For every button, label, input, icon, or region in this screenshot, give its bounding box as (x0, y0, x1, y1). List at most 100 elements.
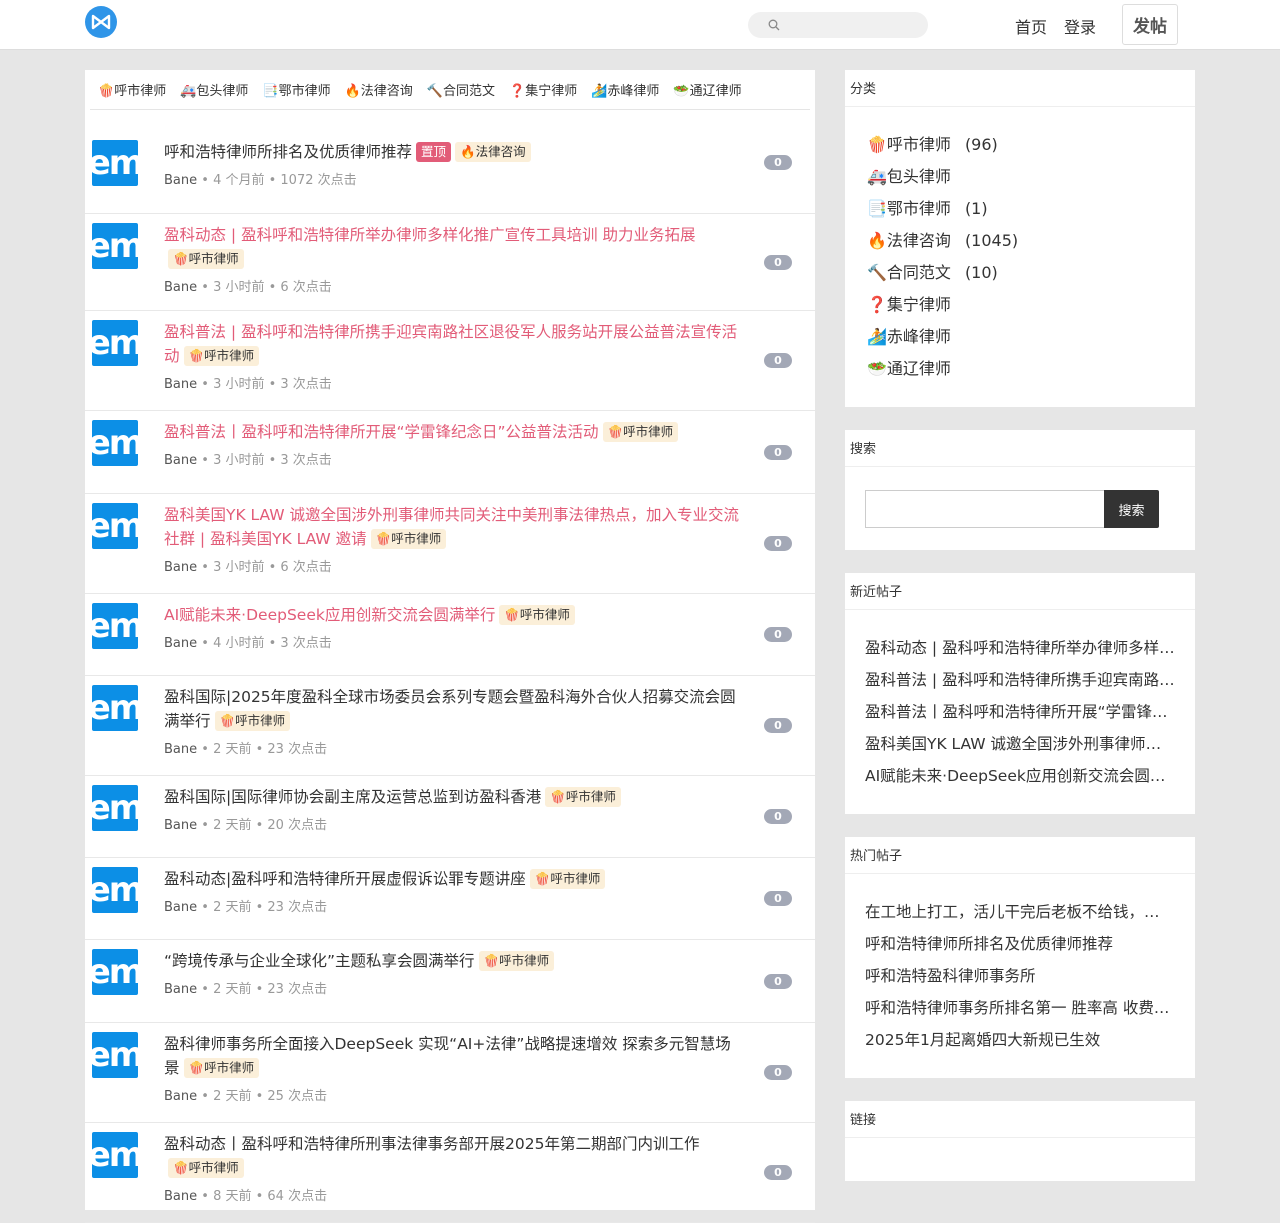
sidebar-category-item[interactable]: 📑鄂市律师 (1) (845, 193, 1195, 225)
category-tab[interactable]: 🍿呼市律师 (98, 80, 166, 99)
post-title-text[interactable]: 盈科动态丨盈科呼和浩特律所刑事法律事务部开展2025年第二期部门内训工作 (164, 1135, 699, 1153)
category-tab[interactable]: 📑鄂市律师 (262, 80, 330, 99)
post-title-link[interactable]: “跨境传承与企业全球化”主题私享会圆满举行 🍿呼市律师 (164, 949, 744, 973)
recent-post-link[interactable]: 盈科普法丨盈科呼和浩特律所开展“学雷锋纪念日”公益普法活动 (845, 696, 1175, 728)
post-row[interactable]: em 呼和浩特律师所排名及优质律师推荐 置顶 🔥法律咨询 Bane • 4 个月前 • … (85, 111, 815, 214)
post-author[interactable]: Bane (164, 818, 197, 833)
reply-count-badge[interactable]: 0 (764, 445, 792, 460)
post-title-text[interactable]: “跨境传承与企业全球化”主题私享会圆满举行 (164, 952, 475, 970)
author-avatar[interactable]: em (92, 685, 138, 731)
author-avatar[interactable]: em (92, 1132, 138, 1178)
post-category-badge[interactable]: 🔥法律咨询 (455, 142, 531, 162)
reply-count-badge[interactable]: 0 (764, 1065, 792, 1080)
post-title-link[interactable]: 盈科美国YK LAW 诚邀全国涉外刑事律师共同关注中美刑事法律热点，加入专业交流… (164, 503, 744, 551)
post-category-badge[interactable]: 🍿呼市律师 (545, 787, 621, 807)
post-author[interactable]: Bane (164, 982, 197, 997)
sidebar-category-item[interactable]: 🚑包头律师 (845, 161, 1195, 193)
header-search-input[interactable] (786, 17, 926, 33)
post-title-link[interactable]: 盈科普法丨盈科呼和浩特律所开展“学雷锋纪念日”公益普法活动 🍿呼市律师 (164, 420, 744, 444)
hot-post-link[interactable]: 2025年1月起离婚四大新规已生效 (845, 1024, 1175, 1056)
post-title-link[interactable]: 盈科国际|2025年度盈科全球市场委员会系列专题会暨盈科海外合伙人招募交流会圆满… (164, 685, 744, 733)
hot-post-link[interactable]: 呼和浩特律师所排名及优质律师推荐 (845, 928, 1175, 960)
post-title-text[interactable]: 呼和浩特律师所排名及优质律师推荐 (164, 143, 412, 161)
recent-post-link[interactable]: 盈科美国YK LAW 诚邀全国涉外刑事律师共同关注中美刑事法律热点 (845, 728, 1175, 760)
recent-post-link[interactable]: 盈科动态 | 盈科呼和浩特律所举办律师多样化推广宣传工具培训 助力业务拓展 (845, 632, 1175, 664)
post-row[interactable]: em 盈科普法丨盈科呼和浩特律所开展“学雷锋纪念日”公益普法活动 🍿呼市律师 Bane… (85, 411, 815, 494)
category-tab[interactable]: 🥗通辽律师 (673, 80, 741, 99)
sidebar-category-item[interactable]: ❓集宁律师 (845, 289, 1195, 321)
post-title-link[interactable]: 呼和浩特律师所排名及优质律师推荐 置顶 🔥法律咨询 (164, 140, 744, 164)
sidebar-category-item[interactable]: 🔨合同范文 (10) (845, 257, 1195, 289)
post-title-link[interactable]: 盈科动态丨盈科呼和浩特律所刑事法律事务部开展2025年第二期部门内训工作 🍿呼市律… (164, 1132, 744, 1180)
post-row[interactable]: em 盈科律师事务所全面接入DeepSeek 实现“AI+法律”战略提速增效 探索… (85, 1023, 815, 1123)
post-category-badge[interactable]: 🍿呼市律师 (214, 711, 291, 731)
post-author[interactable]: Bane (164, 453, 197, 468)
reply-count-badge[interactable]: 0 (764, 891, 792, 906)
post-category-badge[interactable]: 🍿呼市律师 (183, 1058, 260, 1078)
author-avatar[interactable]: em (92, 603, 138, 649)
sidebar-category-item[interactable]: 🏄赤峰律师 (845, 321, 1195, 353)
post-author[interactable]: Bane (164, 1189, 197, 1204)
reply-count-badge[interactable]: 0 (764, 155, 792, 170)
post-category-badge[interactable]: 🍿呼市律师 (183, 346, 260, 366)
post-title-text[interactable]: 盈科动态 | 盈科呼和浩特律所举办律师多样化推广宣传工具培训 助力业务拓展 (164, 226, 696, 244)
post-row[interactable]: em 盈科美国YK LAW 诚邀全国涉外刑事律师共同关注中美刑事法律热点，加入专业… (85, 494, 815, 594)
post-row[interactable]: em “跨境传承与企业全球化”主题私享会圆满举行 🍿呼市律师 Bane • 2 天前 … (85, 940, 815, 1023)
category-tab[interactable]: 🔥法律咨询 (345, 80, 413, 99)
post-category-badge[interactable]: 🍿呼市律师 (529, 869, 606, 889)
post-author[interactable]: Bane (164, 173, 197, 188)
sidebar-category-item[interactable]: 🔥法律咨询 (1045) (845, 225, 1195, 257)
post-author[interactable]: Bane (164, 1089, 197, 1104)
new-post-button[interactable]: 发帖 (1122, 4, 1178, 45)
reply-count-badge[interactable]: 0 (764, 1165, 792, 1180)
reply-count-badge[interactable]: 0 (764, 536, 792, 551)
post-title-link[interactable]: AI赋能未来·DeepSeek应用创新交流会圆满举行 🍿呼市律师 (164, 603, 744, 627)
post-category-badge[interactable]: 🍿呼市律师 (168, 1158, 244, 1178)
post-title-text[interactable]: 盈科国际|国际律师协会副主席及运营总监到访盈科香港 (164, 788, 541, 806)
reply-count-badge[interactable]: 0 (764, 974, 792, 989)
post-category-badge[interactable]: 🍿呼市律师 (168, 249, 244, 269)
reply-count-badge[interactable]: 0 (764, 809, 792, 824)
post-row[interactable]: em 盈科国际|2025年度盈科全球市场委员会系列专题会暨盈科海外合伙人招募交流会… (85, 676, 815, 776)
author-avatar[interactable]: em (92, 223, 138, 269)
sidebar-category-item[interactable]: 🥗通辽律师 (845, 353, 1195, 385)
post-category-badge[interactable]: 🍿呼市律师 (370, 529, 447, 549)
author-avatar[interactable]: em (92, 867, 138, 913)
post-row[interactable]: em AI赋能未来·DeepSeek应用创新交流会圆满举行 🍿呼市律师 Bane • … (85, 594, 815, 676)
post-row[interactable]: em 盈科普法 | 盈科呼和浩特律所携手迎宾南路社区退役军人服务站开展公益普法宣传… (85, 311, 815, 411)
reply-count-badge[interactable]: 0 (764, 718, 792, 733)
post-author[interactable]: Bane (164, 636, 197, 651)
post-author[interactable]: Bane (164, 280, 197, 295)
post-title-text[interactable]: 盈科美国YK LAW 诚邀全国涉外刑事律师共同关注中美刑事法律热点，加入专业交流… (164, 506, 739, 548)
category-tab[interactable]: ❓集宁律师 (509, 80, 577, 99)
post-title-text[interactable]: 盈科普法丨盈科呼和浩特律所开展“学雷锋纪念日”公益普法活动 (164, 423, 599, 441)
post-category-badge[interactable]: 🍿呼市律师 (499, 605, 575, 625)
site-logo-icon[interactable] (85, 6, 117, 38)
post-title-text[interactable]: 盈科动态|盈科呼和浩特律所开展虚假诉讼罪专题讲座 (164, 870, 526, 888)
author-avatar[interactable]: em (92, 320, 138, 366)
sidebar-category-item[interactable]: 🍿呼市律师 (96) (845, 129, 1195, 161)
author-avatar[interactable]: em (92, 503, 138, 549)
hot-post-link[interactable]: 在工地上打工，活儿干完后老板不给钱，怎么办 (845, 896, 1175, 928)
post-title-link[interactable]: 盈科动态 | 盈科呼和浩特律所举办律师多样化推广宣传工具培训 助力业务拓展 🍿呼市… (164, 223, 744, 271)
post-category-badge[interactable]: 🍿呼市律师 (602, 422, 679, 442)
post-category-badge[interactable]: 🍿呼市律师 (478, 951, 555, 971)
author-avatar[interactable]: em (92, 785, 138, 831)
category-tab[interactable]: 🚑包头律师 (180, 80, 248, 99)
reply-count-badge[interactable]: 0 (764, 353, 792, 368)
post-author[interactable]: Bane (164, 742, 197, 757)
author-avatar[interactable]: em (92, 1032, 138, 1078)
header-search[interactable] (748, 12, 928, 38)
recent-post-link[interactable]: 盈科普法 | 盈科呼和浩特律所携手迎宾南路社区退役军人服务站开展公益普法宣传活动 (845, 664, 1175, 696)
post-title-link[interactable]: 盈科普法 | 盈科呼和浩特律所携手迎宾南路社区退役军人服务站开展公益普法宣传活动… (164, 320, 744, 368)
hot-post-link[interactable]: 呼和浩特盈科律师事务所 (845, 960, 1175, 992)
post-row[interactable]: em 盈科动态|盈科呼和浩特律所开展虚假诉讼罪专题讲座 🍿呼市律师 Bane • 2 … (85, 858, 815, 940)
author-avatar[interactable]: em (92, 420, 138, 466)
post-author[interactable]: Bane (164, 900, 197, 915)
post-author[interactable]: Bane (164, 560, 197, 575)
nav-login-link[interactable]: 登录 (1064, 14, 1096, 38)
author-avatar[interactable]: em (92, 949, 138, 995)
post-title-link[interactable]: 盈科律师事务所全面接入DeepSeek 实现“AI+法律”战略提速增效 探索多元… (164, 1032, 744, 1080)
post-title-text[interactable]: AI赋能未来·DeepSeek应用创新交流会圆满举行 (164, 606, 495, 624)
reply-count-badge[interactable]: 0 (764, 627, 792, 642)
